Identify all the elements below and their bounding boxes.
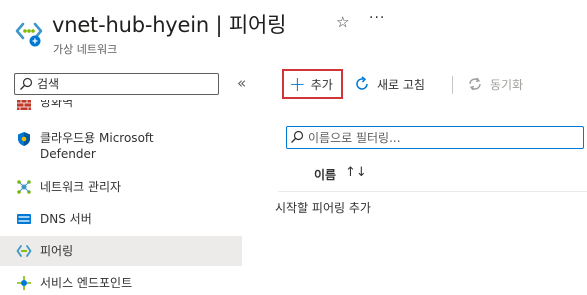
menu-search-input[interactable] bbox=[37, 75, 215, 93]
refresh-button[interactable]: 새로 고침 bbox=[353, 69, 425, 99]
plus-icon: + bbox=[289, 72, 306, 96]
sort-icon[interactable]: ↑↓ bbox=[345, 165, 367, 180]
menu-list: 방화벽 클라우드용 Microsoft Defender 네트워크 관리자 DN… bbox=[0, 100, 258, 295]
sidebar-item-network-manager[interactable]: 네트워크 관리자 bbox=[0, 174, 242, 200]
add-peering-button[interactable]: + 추가 bbox=[282, 69, 343, 99]
sync-icon bbox=[469, 77, 481, 91]
network-manager-icon bbox=[17, 180, 31, 194]
sync-button[interactable]: 동기화 bbox=[466, 69, 523, 99]
sidebar-item-service-endpoints[interactable]: 서비스 엔드포인트 bbox=[0, 270, 242, 295]
main-content: + 추가 새로 고침 동기화 이름 ↑↓ 시작할 피어링 추가 bbox=[258, 66, 587, 295]
sidebar-item-defender[interactable]: 클라우드용 Microsoft Defender bbox=[0, 124, 242, 164]
filter-by-name-input[interactable] bbox=[308, 129, 578, 147]
menu-search-box[interactable] bbox=[14, 73, 219, 95]
star-icon[interactable]: ☆ bbox=[336, 13, 349, 31]
sync-button-label: 동기화 bbox=[490, 77, 524, 92]
column-header-name[interactable]: 이름 bbox=[314, 166, 336, 183]
sidebar-item-firewall[interactable]: 방화벽 bbox=[0, 100, 242, 112]
more-options-button[interactable]: ··· bbox=[369, 10, 385, 26]
virtual-network-icon bbox=[15, 22, 43, 47]
defender-shield-icon bbox=[18, 132, 30, 146]
toolbar-divider bbox=[452, 76, 453, 94]
dns-server-icon bbox=[17, 214, 31, 224]
empty-state-message: 시작할 피어링 추가 bbox=[275, 201, 371, 215]
page-title: vnet-hub-hyein | 피어링 bbox=[52, 13, 287, 37]
search-icon bbox=[291, 130, 304, 143]
add-button-label: 추가 bbox=[310, 77, 333, 92]
firewall-icon bbox=[17, 100, 31, 110]
collapse-menu-button[interactable]: « bbox=[237, 74, 246, 92]
peering-icon bbox=[16, 245, 32, 257]
sidebar-item-dns-server[interactable]: DNS 서버 bbox=[0, 206, 242, 232]
filter-box[interactable] bbox=[286, 126, 584, 149]
sidebar-item-peering[interactable]: 피어링 bbox=[0, 236, 242, 266]
page-header: vnet-hub-hyein | 피어링 가상 네트워크 ☆ ··· bbox=[0, 0, 587, 66]
service-endpoint-icon bbox=[17, 276, 31, 290]
table-divider bbox=[278, 191, 587, 192]
resource-menu: « 방화벽 클라우드용 Microsoft Defender bbox=[0, 66, 258, 295]
search-icon bbox=[20, 77, 33, 90]
refresh-button-label: 새로 고침 bbox=[377, 77, 425, 92]
refresh-icon bbox=[356, 76, 368, 90]
page-subtitle: 가상 네트워크 bbox=[53, 43, 118, 56]
